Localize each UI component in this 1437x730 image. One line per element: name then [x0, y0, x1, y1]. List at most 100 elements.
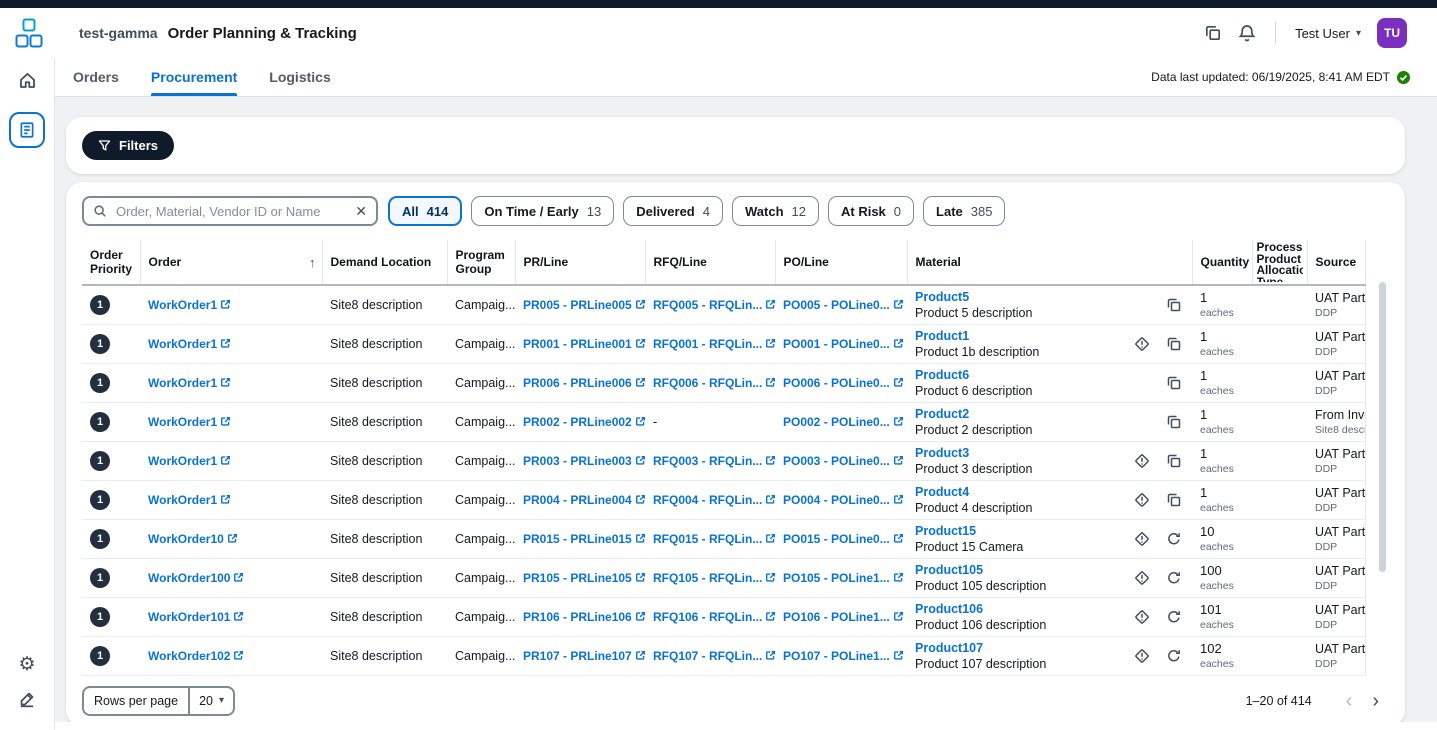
warning-diamond-icon[interactable] — [1134, 609, 1150, 625]
filters-button[interactable]: Filters — [82, 131, 174, 160]
pr-line-link[interactable]: PR006 - PRLine006 — [523, 376, 645, 390]
pr-line-link[interactable]: PR015 - PRLine015 — [523, 532, 645, 546]
tab-logistics[interactable]: Logistics — [269, 58, 330, 96]
material-link[interactable]: Product2 — [915, 407, 969, 421]
filter-chip-watch[interactable]: Watch12 — [732, 196, 819, 226]
copy-icon[interactable] — [1166, 453, 1182, 469]
material-link[interactable]: Product1 — [915, 329, 969, 343]
pr-line-link[interactable]: PR106 - PRLine106 — [523, 610, 645, 624]
edit-pencil-icon[interactable] — [18, 690, 36, 708]
material-link[interactable]: Product5 — [915, 290, 969, 304]
next-page-button[interactable]: › — [1362, 691, 1389, 711]
filter-chip-on-time-early[interactable]: On Time / Early13 — [471, 196, 614, 226]
order-link[interactable]: WorkOrder10 — [148, 532, 238, 546]
pr-line-link[interactable]: PR001 - PRLine001 — [523, 337, 645, 351]
warning-diamond-icon[interactable] — [1134, 453, 1150, 469]
tab-procurement[interactable]: Procurement — [151, 58, 237, 96]
copy-icon[interactable] — [1166, 297, 1182, 313]
po-line-link[interactable]: PO001 - POLine0... — [783, 337, 904, 351]
warning-diamond-icon[interactable] — [1134, 492, 1150, 508]
rfq-line-link[interactable]: RFQ107 - RFQLin... — [653, 649, 775, 663]
col-header-po-line[interactable]: PO/Line — [775, 240, 907, 285]
col-header-demand-location[interactable]: Demand Location — [322, 240, 447, 285]
avatar[interactable]: TU — [1377, 18, 1407, 48]
pr-line-link[interactable]: PR004 - PRLine004 — [523, 493, 645, 507]
rfq-line-link[interactable]: RFQ006 - RFQLin... — [653, 376, 775, 390]
user-menu[interactable]: Test User ▾ — [1295, 26, 1361, 41]
po-line-link[interactable]: PO015 - POLine0... — [783, 532, 904, 546]
po-line-link[interactable]: PO105 - POLine1... — [783, 571, 904, 585]
rows-per-page-select[interactable]: Rows per page 20 ▾ — [82, 686, 235, 716]
vertical-scrollbar[interactable] — [1379, 282, 1386, 572]
gear-icon[interactable]: ⚙ — [18, 655, 35, 674]
warning-diamond-icon[interactable] — [1134, 648, 1150, 664]
order-link[interactable]: WorkOrder1 — [148, 493, 231, 507]
rfq-line-link[interactable]: RFQ105 - RFQLin... — [653, 571, 775, 585]
rfq-line-link[interactable]: RFQ015 - RFQLin... — [653, 532, 775, 546]
copy-icon[interactable] — [1166, 336, 1182, 352]
previous-page-button[interactable]: ‹ — [1336, 691, 1363, 711]
rfq-line-link[interactable]: RFQ106 - RFQLin... — [653, 610, 775, 624]
search-input[interactable] — [114, 203, 348, 220]
material-link[interactable]: Product15 — [915, 524, 976, 538]
substitution-icon[interactable] — [1166, 570, 1182, 586]
rfq-line-link[interactable]: RFQ001 - RFQLin... — [653, 337, 775, 351]
copy-icon[interactable] — [1166, 375, 1182, 391]
copy-icon[interactable] — [1166, 492, 1182, 508]
pr-line-link[interactable]: PR003 - PRLine003 — [523, 454, 645, 468]
col-header-process-product-allocation-type[interactable]: Process Product Allocation Type — [1252, 240, 1307, 285]
order-link[interactable]: WorkOrder101 — [148, 610, 244, 624]
col-header-pr-line[interactable]: PR/Line — [515, 240, 645, 285]
col-header-quantity[interactable]: Quantity — [1192, 240, 1252, 285]
po-line-link[interactable]: PO004 - POLine0... — [783, 493, 904, 507]
rfq-line-link[interactable]: RFQ003 - RFQLin... — [653, 454, 775, 468]
col-header-order[interactable]: Order ↑ — [140, 240, 322, 285]
col-header-program-group[interactable]: Program Group — [447, 240, 515, 285]
copy-icon[interactable] — [1166, 414, 1182, 430]
notifications-bell-icon[interactable] — [1238, 24, 1256, 42]
po-line-link[interactable]: PO106 - POLine1... — [783, 610, 904, 624]
po-line-link[interactable]: PO006 - POLine0... — [783, 376, 904, 390]
order-link[interactable]: WorkOrder1 — [148, 415, 231, 429]
po-line-link[interactable]: PO002 - POLine0... — [783, 415, 904, 429]
substitution-icon[interactable] — [1166, 648, 1182, 664]
po-line-link[interactable]: PO003 - POLine0... — [783, 454, 904, 468]
warning-diamond-icon[interactable] — [1134, 336, 1150, 352]
filter-chip-at-risk[interactable]: At Risk0 — [828, 196, 914, 226]
order-link[interactable]: WorkOrder1 — [148, 337, 231, 351]
material-link[interactable]: Product3 — [915, 446, 969, 460]
filter-chip-delivered[interactable]: Delivered4 — [623, 196, 723, 226]
col-header-material[interactable]: Material — [907, 240, 1192, 285]
po-line-link[interactable]: PO005 - POLine0... — [783, 298, 904, 312]
pr-line-link[interactable]: PR105 - PRLine105 — [523, 571, 645, 585]
col-header-source[interactable]: Source — [1307, 240, 1365, 285]
material-link[interactable]: Product6 — [915, 368, 969, 382]
order-link[interactable]: WorkOrder102 — [148, 649, 244, 663]
home-icon[interactable] — [18, 71, 37, 90]
col-header-rfq-line[interactable]: RFQ/Line — [645, 240, 775, 285]
pr-line-link[interactable]: PR002 - PRLine002 — [523, 415, 645, 429]
material-link[interactable]: Product107 — [915, 641, 983, 655]
rfq-line-link[interactable]: RFQ004 - RFQLin... — [653, 493, 775, 507]
multi-window-icon[interactable] — [1204, 24, 1222, 42]
order-link[interactable]: WorkOrder1 — [148, 376, 231, 390]
order-link[interactable]: WorkOrder1 — [148, 454, 231, 468]
filter-chip-late[interactable]: Late385 — [923, 196, 1005, 226]
rfq-line-link[interactable]: RFQ005 - RFQLin... — [653, 298, 775, 312]
substitution-icon[interactable] — [1166, 531, 1182, 547]
substitution-icon[interactable] — [1166, 609, 1182, 625]
col-header-order-priority[interactable]: Order Priority — [82, 240, 140, 285]
sort-ascending-icon[interactable]: ↑ — [309, 255, 316, 270]
sidebar-item-procurement-list[interactable] — [9, 112, 45, 148]
material-link[interactable]: Product105 — [915, 563, 983, 577]
order-link[interactable]: WorkOrder1 — [148, 298, 231, 312]
order-link[interactable]: WorkOrder100 — [148, 571, 244, 585]
tab-orders[interactable]: Orders — [73, 58, 119, 96]
pr-line-link[interactable]: PR107 - PRLine107 — [523, 649, 645, 663]
material-link[interactable]: Product4 — [915, 485, 969, 499]
clear-search-icon[interactable]: ✕ — [355, 204, 367, 218]
material-link[interactable]: Product106 — [915, 602, 983, 616]
filter-chip-all[interactable]: All414 — [388, 196, 462, 226]
po-line-link[interactable]: PO107 - POLine1... — [783, 649, 904, 663]
warning-diamond-icon[interactable] — [1134, 570, 1150, 586]
